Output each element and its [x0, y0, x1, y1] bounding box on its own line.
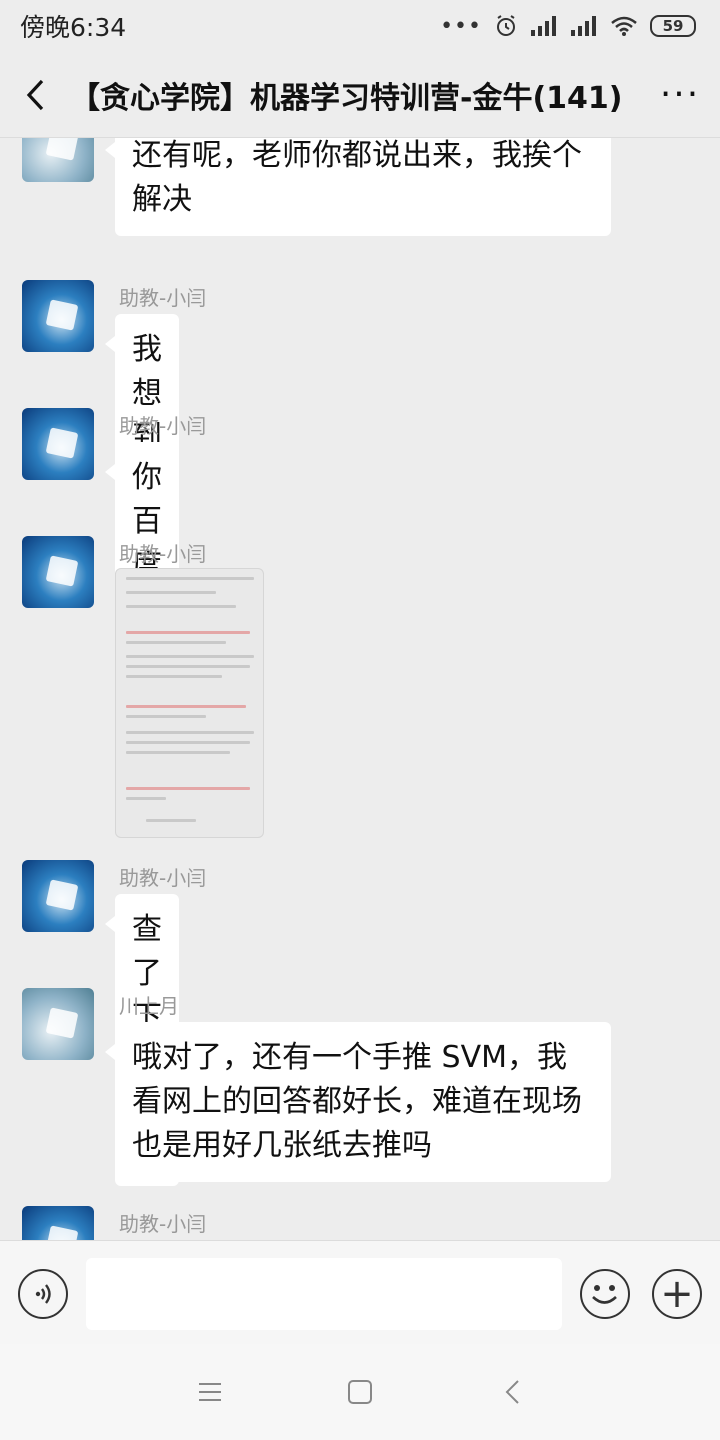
input-bar: + [0, 1240, 720, 1344]
signal-icon-2 [571, 16, 596, 36]
avatar[interactable] [22, 408, 94, 480]
wifi-icon [611, 16, 637, 36]
voice-input-button[interactable] [18, 1269, 68, 1319]
home-button[interactable] [340, 1372, 380, 1412]
menu-button[interactable] [190, 1372, 230, 1412]
more-actions-button[interactable]: + [652, 1269, 702, 1319]
plus-icon: + [660, 1271, 694, 1317]
avatar[interactable] [22, 988, 94, 1060]
message-bubble[interactable]: 还有呢，老师你都说出来，我挨个解决 [105, 138, 611, 236]
message-bubble[interactable]: 哦对了，还有一个手推 SVM，我看网上的回答都好长，难道在现场也是用好几张纸去推… [105, 1022, 611, 1182]
avatar[interactable] [22, 1206, 94, 1240]
chat-header: 【贪心学院】机器学习特训营-金牛(141) ··· [0, 52, 720, 138]
avatar[interactable] [22, 280, 94, 352]
sender-name: 助教-小闫 [119, 286, 207, 310]
menu-icon [199, 1383, 221, 1401]
sender-name: 川上月 [119, 994, 179, 1018]
more-options-button[interactable]: ··· [640, 74, 720, 115]
status-icons: ••• 59 [440, 14, 696, 39]
emoji-icon [592, 1285, 617, 1304]
battery-icon: 59 [650, 15, 696, 37]
voice-icon [35, 1284, 51, 1304]
sender-name: 助教-小闫 [119, 1212, 207, 1236]
status-time: 傍晚6:34 [20, 13, 127, 42]
sender-name: 助教-小闫 [119, 542, 207, 566]
alarm-icon [497, 15, 515, 36]
system-back-button[interactable] [492, 1372, 532, 1412]
emoji-button[interactable] [580, 1269, 630, 1319]
signal-icon [531, 16, 556, 36]
system-nav-bar [0, 1344, 720, 1440]
image-message-thumbnail[interactable] [115, 568, 264, 838]
avatar[interactable] [22, 860, 94, 932]
more-notifications-icon: ••• [440, 13, 482, 39]
avatar[interactable] [22, 138, 94, 182]
sender-name: 助教-小闫 [119, 866, 207, 890]
status-bar: 傍晚6:34 ••• 59 [0, 0, 720, 52]
home-square-icon [348, 1380, 372, 1404]
sender-name: 助教-小闫 [119, 414, 207, 438]
back-button[interactable] [0, 52, 70, 138]
chat-title: 【贪心学院】机器学习特训营-金牛(141) [70, 80, 623, 116]
chevron-left-icon [26, 79, 44, 110]
back-arrow-icon [505, 1380, 519, 1404]
message-input[interactable] [86, 1258, 562, 1330]
avatar[interactable] [22, 536, 94, 608]
chat-area[interactable]: 还有呢，老师你都说出来，我挨个解决 助教-小闫 我想到这个三个 助教-小闫 你百… [0, 138, 720, 1240]
